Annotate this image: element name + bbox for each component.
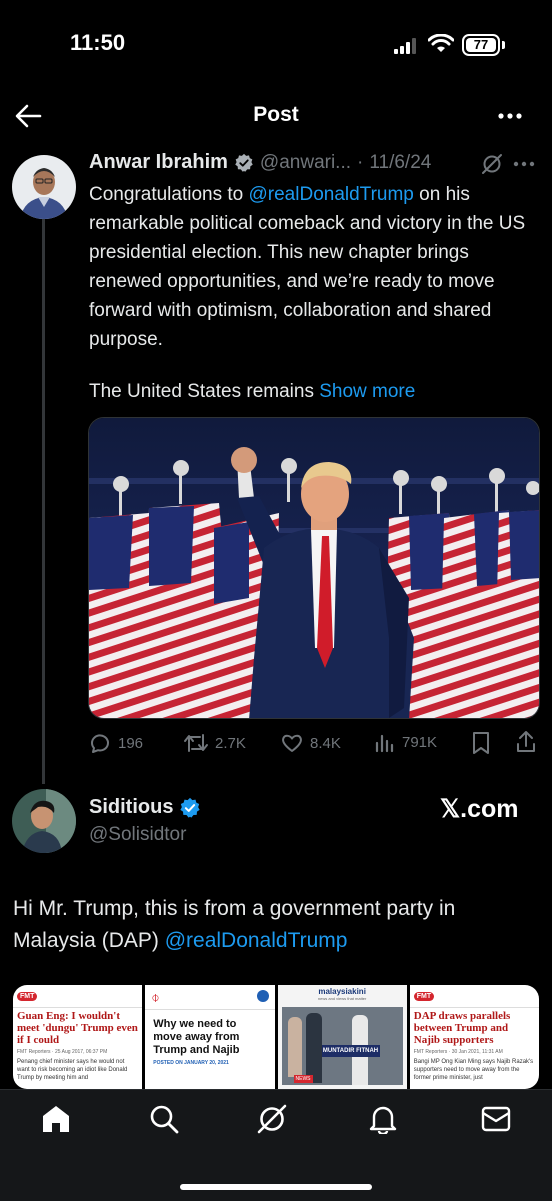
news-date: 30 Jan 2021, 11:31 AM (451, 1049, 503, 1055)
share-icon[interactable] (514, 730, 538, 754)
reply-text: Hi Mr. Trump, this is from a government … (13, 893, 543, 957)
news-date: 25 Aug 2017, 06:37 PM (54, 1049, 108, 1055)
tweet-text: Congratulations to @realDonaldTrump on h… (89, 180, 544, 354)
news-headline: DAP draws parallels between Trump and Na… (413, 1010, 511, 1046)
news-headline: Guan Eng: I wouldn't meet 'dungu' Trump … (17, 1010, 138, 1046)
like-button[interactable]: 8.4K (280, 731, 341, 755)
views-count: 791K (402, 733, 438, 751)
home-icon[interactable] (41, 1105, 71, 1133)
grok-icon[interactable] (257, 1104, 287, 1134)
status-time: 11:50 (70, 30, 126, 55)
verified-icon (235, 153, 253, 172)
protest-sign: MUNTADIR FITNAH (321, 1045, 380, 1057)
views-icon (375, 734, 394, 753)
news-headline: Why we need to move away from Trump and … (153, 1018, 240, 1056)
bookmark-icon[interactable] (470, 731, 492, 755)
tweet-text-continued: The United States remains Show more (89, 377, 544, 406)
tweet-text-part: on his remarkable political comeback and… (89, 184, 526, 350)
repost-icon (184, 734, 208, 752)
news-byline: FMT Reporters (17, 1049, 51, 1055)
tweet-text-part: The United States remains (89, 381, 320, 402)
reply-count: 196 (118, 734, 144, 752)
tweet-text-part: Congratulations to (89, 184, 249, 205)
author-handle[interactable]: @anwari... (260, 152, 351, 174)
separator-dot: · (357, 151, 364, 173)
notifications-icon[interactable] (369, 1104, 397, 1134)
news-body: Bangi MP Ong Kian Ming says Najib Razak'… (413, 1059, 534, 1081)
views-button[interactable]: 791K (374, 731, 437, 753)
news-body: Penang chief minister says he would not … (17, 1059, 128, 1081)
reply-icon (90, 734, 109, 753)
search-icon[interactable] (149, 1104, 179, 1134)
battery-icon: 77 (462, 34, 500, 56)
post-date: 11/6/24 (369, 151, 432, 173)
avatar[interactable] (12, 155, 76, 219)
news-card: ⌽ Why we need to move away from Trump an… (145, 985, 275, 1089)
wifi-icon (428, 34, 454, 52)
news-card: FMT DAP draws parallels between Trump an… (409, 985, 539, 1089)
repost-button[interactable]: 2.7K (183, 731, 246, 755)
messages-icon[interactable] (481, 1106, 511, 1132)
avatar[interactable] (12, 789, 76, 853)
more-icon[interactable] (496, 106, 524, 126)
author-name[interactable]: Siditious (89, 796, 173, 819)
repost-count: 2.7K (215, 734, 246, 752)
news-badge: NEWS (293, 1075, 313, 1083)
news-collage-image[interactable]: FMT Guan Eng: I wouldn't meet 'dungu' Tr… (13, 985, 539, 1089)
verified-icon (180, 797, 201, 818)
news-byline: POSTED ON JANUARY 20, 2021 (153, 1060, 229, 1066)
malaysiakini-tagline: news and views that matter (317, 996, 367, 1001)
reply-button[interactable]: 196 (88, 731, 143, 755)
mention-link[interactable]: @realDonaldTrump (165, 929, 348, 952)
more-icon[interactable] (512, 158, 536, 170)
x-watermark: 𝕏.com (440, 795, 519, 823)
signal-icon (394, 38, 416, 54)
author-name[interactable]: Anwar Ibrahim (89, 151, 228, 174)
fmt-logo: FMT (413, 991, 435, 1001)
mention-link[interactable]: @realDonaldTrump (249, 184, 414, 205)
thread-line (42, 218, 45, 784)
like-count: 8.4K (310, 734, 341, 752)
fmt-logo: FMT (17, 991, 38, 1001)
home-indicator (180, 1184, 372, 1190)
news-byline: FMT Reporters (413, 1049, 448, 1055)
battery-level: 77 (473, 37, 489, 52)
news-card: FMT Guan Eng: I wouldn't meet 'dungu' Tr… (13, 985, 143, 1089)
grok-icon[interactable] (481, 153, 503, 175)
tweet-photo[interactable] (88, 417, 540, 719)
show-more-link[interactable]: Show more (319, 381, 415, 402)
like-icon (282, 734, 302, 752)
malaysiakini-logo: malaysiakini (318, 987, 366, 996)
page-title: Post (253, 103, 299, 126)
news-card: malaysiakini news and views that matter … (277, 985, 407, 1089)
author-handle[interactable]: @Solisidtor (89, 824, 186, 846)
